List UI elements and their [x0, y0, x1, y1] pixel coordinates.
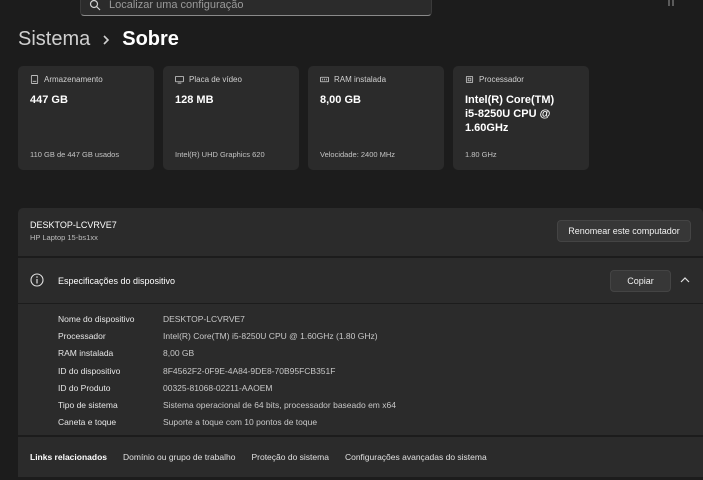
- spec-value: Intel(R) Core(TM) i5-8250U CPU @ 1.60GHz…: [163, 330, 378, 341]
- spec-label: Tipo de sistema: [58, 400, 118, 411]
- page-title: Sobre: [122, 28, 179, 50]
- card-cpu: Processador Intel(R) Core(TM) i5-8250U C…: [453, 66, 589, 170]
- spec-value: 8F4562F2-0F9E-4A84-9DE8-70B95FCB351F: [163, 365, 336, 376]
- card-subtext: 110 GB de 447 GB usados: [30, 150, 120, 159]
- spec-list: Nome do dispositivo DESKTOP-LCVRVE7 Proc…: [58, 310, 396, 431]
- search-box[interactable]: [80, 0, 432, 16]
- spec-label: ID do dispositivo: [58, 365, 121, 376]
- spec-value: 8,00 GB: [163, 348, 195, 359]
- copy-button[interactable]: Copiar: [610, 270, 671, 292]
- related-links-bar: Links relacionados Domínio ou grupo de t…: [18, 437, 703, 477]
- spec-value: Suporte a toque com 10 pontos de toque: [163, 417, 318, 428]
- card-label: Placa de vídeo: [189, 75, 242, 84]
- card-value: Intel(R) Core(TM) i5-8250U CPU @ 1.60GHz: [465, 94, 555, 134]
- link-advanced-settings[interactable]: Configurações avançadas do sistema: [345, 452, 487, 462]
- gpu-icon: [175, 75, 184, 84]
- card-subtext: Intel(R) UHD Graphics 620: [175, 150, 265, 159]
- spec-row: ID do Produto 00325-81068-02211-AAOEM: [58, 379, 396, 396]
- card-value: 447 GB: [30, 94, 68, 106]
- spec-label: Caneta e toque: [58, 417, 117, 428]
- spec-label: ID do Produto: [58, 382, 111, 393]
- search-input[interactable]: [109, 0, 409, 11]
- card-ram: RAM instalada 8,00 GB Velocidade: 2400 M…: [308, 66, 444, 170]
- card-gpu: Placa de vídeo 128 MB Intel(R) UHD Graph…: [163, 66, 299, 170]
- hardware-cards: Armazenamento 447 GB 110 GB de 447 GB us…: [18, 66, 589, 170]
- spec-value: DESKTOP-LCVRVE7: [163, 313, 245, 324]
- spec-row: Nome do dispositivo DESKTOP-LCVRVE7: [58, 310, 396, 327]
- spec-row: RAM instalada 8,00 GB: [58, 345, 396, 362]
- info-icon: [30, 273, 44, 287]
- link-domain-workgroup[interactable]: Domínio ou grupo de trabalho: [123, 452, 235, 462]
- device-model: HP Laptop 15-bs1xx: [30, 233, 98, 242]
- spec-row: Caneta e toque Suporte a toque com 10 po…: [58, 414, 396, 431]
- link-system-protection[interactable]: Proteção do sistema: [251, 452, 328, 462]
- card-storage: Armazenamento 447 GB 110 GB de 447 GB us…: [18, 66, 154, 170]
- spec-label: Nome do dispositivo: [58, 313, 135, 324]
- spec-row: ID do dispositivo 8F4562F2-0F9E-4A84-9DE…: [58, 362, 396, 379]
- chevron-right-icon: [103, 34, 110, 45]
- spec-row: Tipo de sistema Sistema operacional de 6…: [58, 396, 396, 413]
- ram-icon: [320, 76, 329, 83]
- spec-value: Sistema operacional de 64 bits, processa…: [163, 400, 396, 411]
- card-subtext: 1.80 GHz: [465, 150, 497, 159]
- spec-value: 00325-81068-02211-AAOEM: [163, 382, 273, 393]
- rename-pc-button[interactable]: Renomear este computador: [557, 220, 691, 242]
- card-value: 128 MB: [175, 94, 214, 106]
- card-value: 8,00 GB: [320, 94, 361, 106]
- device-specs-header[interactable]: Especificações do dispositivo Copiar: [18, 258, 703, 304]
- spec-row: Processador Intel(R) Core(TM) i5-8250U C…: [58, 327, 396, 344]
- cpu-icon: [465, 75, 474, 84]
- spec-label: RAM instalada: [58, 348, 114, 359]
- card-label: Processador: [479, 75, 524, 84]
- related-links-heading: Links relacionados: [30, 452, 107, 462]
- search-icon: [89, 0, 101, 11]
- breadcrumb: Sistema Sobre: [18, 28, 179, 51]
- device-specs-title: Especificações do dispositivo: [58, 276, 176, 286]
- spec-label: Processador: [58, 330, 106, 341]
- chevron-up-icon[interactable]: [680, 276, 690, 284]
- card-label: Armazenamento: [44, 75, 103, 84]
- window-control-icon[interactable]: [667, 0, 679, 10]
- storage-icon: [30, 75, 39, 84]
- breadcrumb-parent[interactable]: Sistema: [18, 28, 90, 51]
- card-label: RAM instalada: [334, 75, 387, 84]
- device-specs-panel: Especificações do dispositivo Copiar Nom…: [18, 258, 703, 435]
- card-subtext: Velocidade: 2400 MHz: [320, 150, 396, 159]
- device-name-panel: DESKTOP-LCVRVE7 HP Laptop 15-bs1xx Renom…: [18, 208, 703, 256]
- device-name: DESKTOP-LCVRVE7: [30, 220, 117, 230]
